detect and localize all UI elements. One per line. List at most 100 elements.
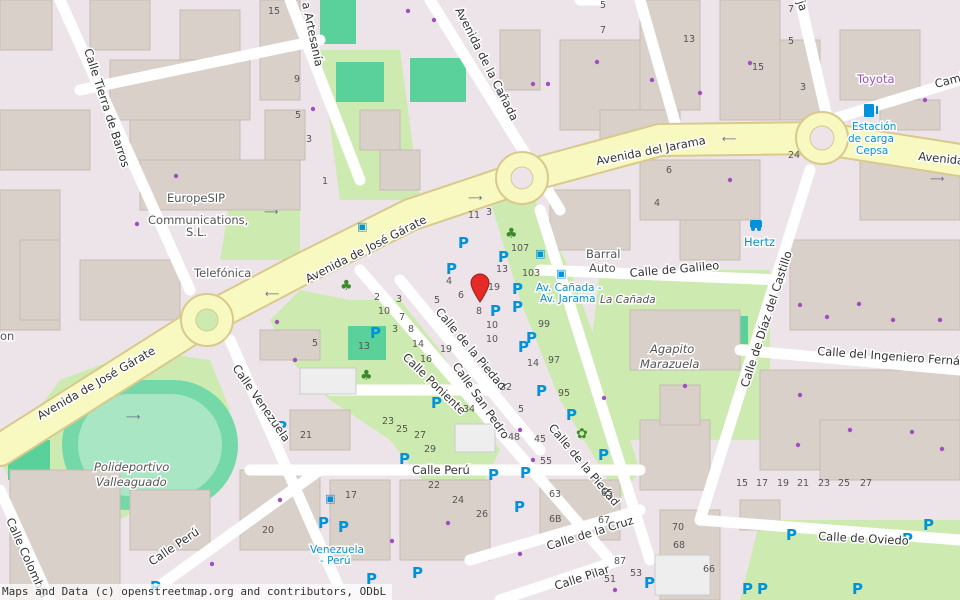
svg-text:2: 2 [374, 292, 380, 303]
svg-text:67: 67 [598, 515, 610, 526]
svg-text:5: 5 [434, 295, 440, 306]
svg-text:♣: ♣ [340, 278, 353, 294]
svg-text:P: P [399, 450, 410, 468]
svg-text:P: P [338, 518, 349, 536]
svg-text:3: 3 [392, 324, 398, 335]
svg-text:25: 25 [838, 478, 850, 489]
svg-text:⟵: ⟵ [722, 134, 736, 145]
svg-text:29: 29 [424, 444, 436, 455]
svg-text:103: 103 [522, 268, 540, 279]
svg-text:▣: ▣ [325, 492, 335, 505]
location-marker-icon[interactable] [470, 273, 490, 303]
svg-text:5: 5 [788, 36, 794, 47]
label-toyota: Toyota [856, 72, 895, 86]
svg-text:23: 23 [382, 416, 394, 427]
svg-text:P: P [923, 516, 934, 534]
svg-text:34: 34 [463, 404, 475, 415]
svg-text:7: 7 [399, 312, 405, 323]
svg-text:4: 4 [446, 276, 452, 287]
svg-text:3: 3 [486, 207, 492, 218]
svg-text:17: 17 [345, 490, 357, 501]
svg-text:95: 95 [558, 388, 570, 399]
svg-text:26: 26 [476, 509, 488, 520]
svg-text:4: 4 [654, 198, 660, 209]
svg-text:♣: ♣ [505, 226, 518, 242]
svg-text:16: 16 [420, 354, 432, 365]
map-attribution: Maps and Data (c) openstreetmap.org and … [0, 584, 393, 600]
svg-text:P: P [742, 580, 753, 598]
svg-text:P: P [757, 580, 768, 598]
svg-text:⟵: ⟵ [265, 289, 279, 300]
svg-text:P: P [644, 574, 655, 592]
svg-text:25: 25 [396, 424, 408, 435]
svg-text:53: 53 [630, 568, 642, 579]
svg-text:21: 21 [797, 478, 809, 489]
svg-text:▣: ▣ [535, 247, 545, 260]
svg-text:99: 99 [538, 319, 550, 330]
svg-text:⟶: ⟶ [126, 412, 140, 423]
svg-text:15: 15 [752, 62, 764, 73]
svg-text:3: 3 [396, 294, 402, 305]
svg-text:66: 66 [703, 564, 715, 575]
svg-text:21: 21 [300, 430, 312, 441]
label-hertz: Hertz [744, 235, 775, 249]
label-polideportivo: Polideportivo Valleaguado [94, 460, 173, 489]
svg-text:⟶: ⟶ [264, 207, 278, 218]
svg-text:P: P [786, 526, 797, 544]
svg-text:14: 14 [412, 339, 424, 350]
label-telefonica: Telefónica [193, 266, 251, 280]
svg-text:P: P [526, 329, 537, 347]
svg-text:24: 24 [788, 150, 800, 161]
svg-text:⟶: ⟶ [930, 174, 944, 185]
svg-text:⟶: ⟶ [468, 193, 482, 204]
svg-text:6: 6 [666, 165, 672, 176]
svg-text:32: 32 [500, 382, 512, 393]
svg-text:107: 107 [511, 243, 529, 254]
svg-text:↓: ↓ [495, 88, 503, 99]
svg-text:♣: ♣ [360, 368, 373, 384]
svg-text:▣: ▣ [357, 220, 367, 233]
svg-text:6: 6 [458, 290, 464, 301]
svg-text:13: 13 [358, 341, 370, 352]
svg-text:P: P [512, 298, 523, 316]
svg-text:17: 17 [756, 478, 768, 489]
svg-text:6B: 6B [549, 514, 562, 525]
svg-text:51: 51 [604, 574, 616, 585]
svg-text:P: P [852, 580, 863, 598]
svg-text:P: P [490, 302, 501, 320]
svg-text:P: P [318, 514, 329, 532]
svg-text:19: 19 [777, 478, 789, 489]
svg-text:23: 23 [818, 478, 830, 489]
svg-text:P: P [598, 446, 609, 464]
svg-text:10: 10 [486, 334, 498, 345]
svg-text:P: P [488, 466, 499, 484]
svg-text:24: 24 [452, 495, 464, 506]
svg-text:10: 10 [378, 306, 390, 317]
svg-text:P: P [514, 498, 525, 516]
svg-text:5: 5 [600, 0, 606, 11]
svg-text:65: 65 [601, 488, 613, 499]
svg-text:27: 27 [860, 478, 872, 489]
svg-text:P: P [566, 406, 577, 424]
svg-text:5: 5 [518, 404, 524, 415]
svg-text:1: 1 [322, 176, 328, 187]
svg-text:45: 45 [534, 434, 546, 445]
svg-text:20: 20 [262, 525, 274, 536]
svg-text:87: 87 [614, 556, 626, 567]
svg-text:P: P [512, 280, 523, 298]
map-canvas[interactable]: P P P P P P P P P P P P P P P P P P P P … [0, 0, 960, 600]
svg-text:▣: ▣ [556, 267, 566, 280]
label-left-edge: on [0, 329, 14, 343]
svg-text:5: 5 [312, 338, 318, 349]
svg-text:97: 97 [548, 355, 560, 366]
svg-text:10: 10 [486, 320, 498, 331]
svg-text:63: 63 [549, 489, 561, 500]
svg-text:✿: ✿ [576, 426, 588, 442]
svg-text:P: P [412, 564, 423, 582]
svg-text:3: 3 [800, 82, 806, 93]
label-bus-canada: Av. Cañada - Av. Jarama [536, 282, 605, 305]
svg-text:8: 8 [476, 306, 482, 317]
svg-text:70: 70 [672, 522, 684, 533]
label-la-canada: La Cañada [600, 294, 656, 306]
svg-text:11: 11 [468, 210, 480, 221]
